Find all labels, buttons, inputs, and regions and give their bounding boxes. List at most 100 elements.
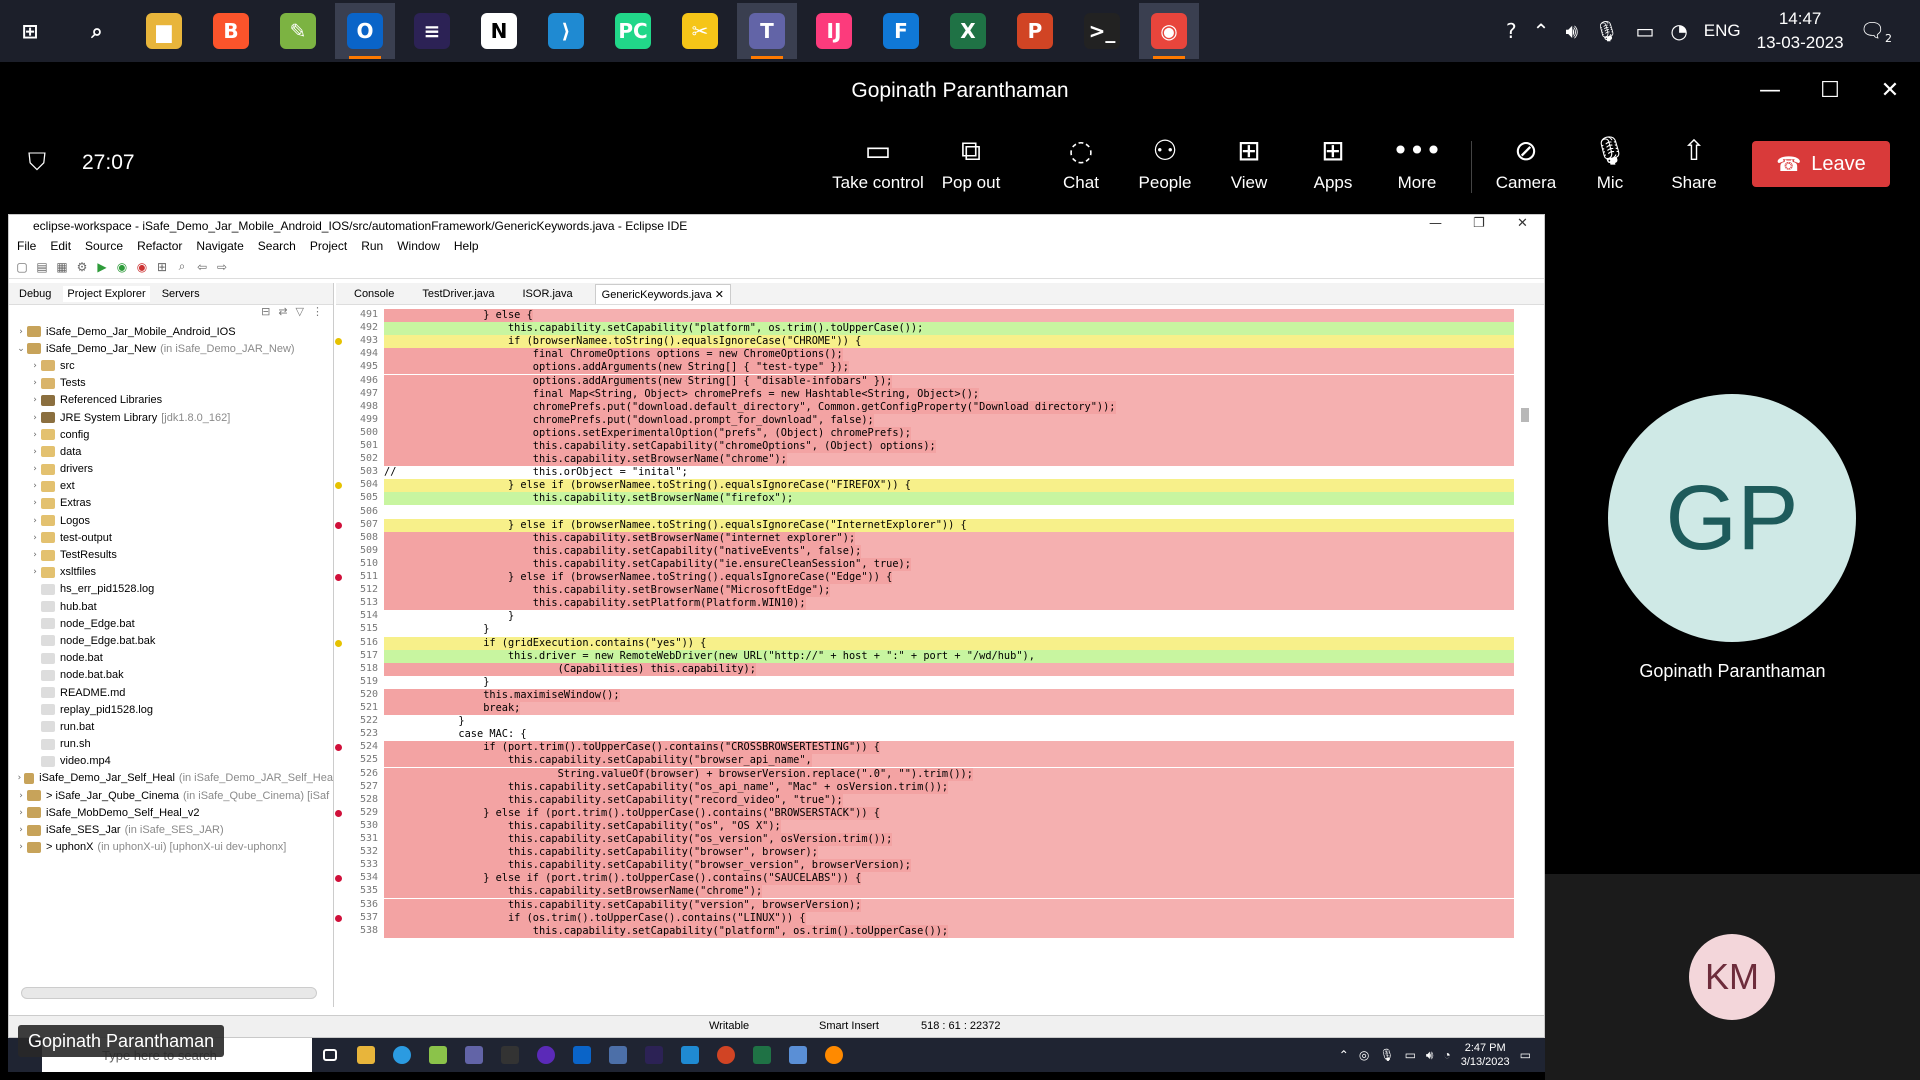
expand-arrow-icon[interactable]: ›	[15, 825, 27, 835]
teams-icon[interactable]: T	[737, 3, 797, 59]
chevron-up-icon[interactable]: ⌃	[1339, 1048, 1349, 1062]
outlook-icon[interactable]: O	[335, 3, 395, 59]
link-editor-icon[interactable]: ⇄	[278, 305, 287, 323]
tree-item[interactable]: hs_err_pid1528.log	[9, 581, 333, 598]
wifi-icon[interactable]: ◔	[1670, 19, 1687, 43]
vscode-icon[interactable]: ⟩	[536, 3, 596, 59]
tree-item[interactable]: › Tests	[9, 375, 333, 392]
save-icon[interactable]: ▤	[35, 260, 49, 274]
menu-navigate[interactable]: Navigate	[196, 239, 243, 253]
external-tools-icon[interactable]: ◉	[135, 260, 149, 274]
expand-arrow-icon[interactable]: ⌄	[15, 344, 27, 354]
people-button[interactable]: ⚇ People	[1125, 133, 1205, 203]
expand-arrow-icon[interactable]: ›	[29, 464, 41, 474]
volume-icon[interactable]: 🔊︎	[1426, 1048, 1434, 1063]
debug-icon[interactable]: ⚙	[75, 260, 89, 274]
camera-button[interactable]: ⊘ Camera	[1486, 133, 1566, 203]
edge-icon[interactable]	[384, 1038, 420, 1072]
tree-item[interactable]: › xsltfiles	[9, 564, 333, 581]
tree-item[interactable]: › test-output	[9, 529, 333, 546]
breakpoint-marker-icon[interactable]	[335, 521, 342, 529]
expand-arrow-icon[interactable]: ›	[29, 516, 41, 526]
breakpoint-marker-icon[interactable]	[335, 875, 342, 883]
wifi-icon[interactable]: ◔	[1443, 1048, 1450, 1062]
participant-tile[interactable]: KM	[1545, 874, 1920, 1080]
expand-arrow-icon[interactable]: ›	[15, 791, 27, 801]
coverage-icon[interactable]: ◉	[115, 260, 129, 274]
menu-file[interactable]: File	[17, 239, 36, 253]
tree-item[interactable]: › iSafe_Demo_Jar_Self_Heal (in iSafe_Demo_…	[9, 770, 333, 787]
calculator-icon[interactable]	[780, 1038, 816, 1072]
intellij-icon[interactable]: IJ	[804, 3, 864, 59]
open-type-icon[interactable]: ⊞	[155, 260, 169, 274]
code-area[interactable]: } else { this.capability.setCapability("…	[384, 305, 1514, 995]
fiddler-icon[interactable]: F	[871, 3, 931, 59]
tree-item[interactable]: › > iSafe_Jar_Qube_Cinema (in iSafe_Qube_C…	[9, 787, 333, 804]
file-explorer-icon[interactable]: ▆	[134, 3, 194, 59]
eclipse-icon[interactable]	[636, 1038, 672, 1072]
notification-icon[interactable]: ▭	[1520, 1048, 1531, 1062]
forward-icon[interactable]: ⇨	[215, 260, 229, 274]
task-view-icon[interactable]	[312, 1038, 348, 1072]
editor-tab[interactable]: ISOR.java	[517, 285, 579, 303]
breakpoint-marker-icon[interactable]	[335, 482, 342, 490]
app-icon[interactable]	[600, 1038, 636, 1072]
tree-item[interactable]: › TestResults	[9, 546, 333, 563]
obs-icon[interactable]	[528, 1038, 564, 1072]
tree-item[interactable]: node_Edge.bat.bak	[9, 632, 333, 649]
tab-servers[interactable]: Servers	[158, 286, 204, 302]
run-icon[interactable]: ▶	[95, 260, 109, 274]
tree-item[interactable]: › drivers	[9, 461, 333, 478]
avatar[interactable]: GP	[1608, 394, 1856, 642]
tree-item[interactable]: run.bat	[9, 718, 333, 735]
tab-project-explorer[interactable]: Project Explorer	[63, 285, 150, 302]
tree-item[interactable]: › iSafe_Demo_Jar_Mobile_Android_IOS	[9, 323, 333, 340]
menu-search[interactable]: Search	[258, 239, 296, 253]
menu-refactor[interactable]: Refactor	[137, 239, 182, 253]
horizontal-scrollbar[interactable]	[21, 987, 317, 999]
overview-ruler[interactable]	[1520, 313, 1530, 993]
share-button[interactable]: ⇧ Share	[1654, 133, 1734, 203]
search-icon[interactable]: ⌕	[67, 3, 127, 59]
tree-item[interactable]: node.bat	[9, 650, 333, 667]
outlook-icon[interactable]	[564, 1038, 600, 1072]
snip-icon[interactable]: ✂	[670, 3, 730, 59]
collapse-all-icon[interactable]: ⊟	[261, 305, 270, 323]
eclipse-icon[interactable]: ≡	[402, 3, 462, 59]
editor-tab[interactable]: Console	[348, 285, 400, 303]
tree-item[interactable]: node.bat.bak	[9, 667, 333, 684]
teams-icon[interactable]	[456, 1038, 492, 1072]
expand-arrow-icon[interactable]: ›	[29, 567, 41, 577]
mic-icon[interactable]: 🎙︎	[1379, 1048, 1394, 1062]
close-icon[interactable]: ✕	[1860, 62, 1920, 119]
take-control-button[interactable]: ▭ Take control	[832, 133, 924, 203]
help-icon[interactable]: ?	[1506, 19, 1517, 43]
tree-item[interactable]: › iSafe_SES_Jar (in iSafe_SES_JAR)	[9, 821, 333, 838]
editor-tab[interactable]: TestDriver.java	[416, 285, 500, 303]
tree-item[interactable]: ⌄ iSafe_Demo_Jar_New (in iSafe_Demo_JAR_Ne…	[9, 340, 333, 357]
leave-button[interactable]: ☎ Leave	[1752, 141, 1890, 187]
search-icon[interactable]: ⌕	[175, 259, 189, 274]
mic-button[interactable]: 🎙︎ Mic	[1570, 133, 1650, 203]
notepad-icon[interactable]	[420, 1038, 456, 1072]
expand-arrow-icon[interactable]: ›	[15, 808, 27, 818]
expand-arrow-icon[interactable]: ›	[29, 413, 41, 423]
firefox-icon[interactable]	[816, 1038, 852, 1072]
tree-item[interactable]: › > uphonX (in uphonX-ui) [uphonX-ui dev-u…	[9, 839, 333, 856]
excel-icon[interactable]: X	[938, 3, 998, 59]
tree-item[interactable]: › Referenced Libraries	[9, 392, 333, 409]
print-icon[interactable]: ▦	[55, 260, 69, 274]
excel-icon[interactable]	[744, 1038, 780, 1072]
expand-arrow-icon[interactable]: ›	[29, 395, 41, 405]
pop-out-button[interactable]: ⧉ Pop out	[931, 133, 1011, 203]
battery-icon[interactable]: ▭	[1635, 19, 1654, 43]
back-icon[interactable]: ⇦	[195, 260, 209, 274]
expand-arrow-icon[interactable]: ›	[29, 550, 41, 560]
notepad-icon[interactable]: ✎	[268, 3, 328, 59]
menu-edit[interactable]: Edit	[50, 239, 71, 253]
tree-item[interactable]: › iSafe_MobDemo_Self_Heal_v2	[9, 804, 333, 821]
menu-window[interactable]: Window	[397, 239, 440, 253]
pycharm-icon[interactable]: PC	[603, 3, 663, 59]
expand-arrow-icon[interactable]: ›	[15, 327, 27, 337]
powerpoint-icon[interactable]: P	[1005, 3, 1065, 59]
